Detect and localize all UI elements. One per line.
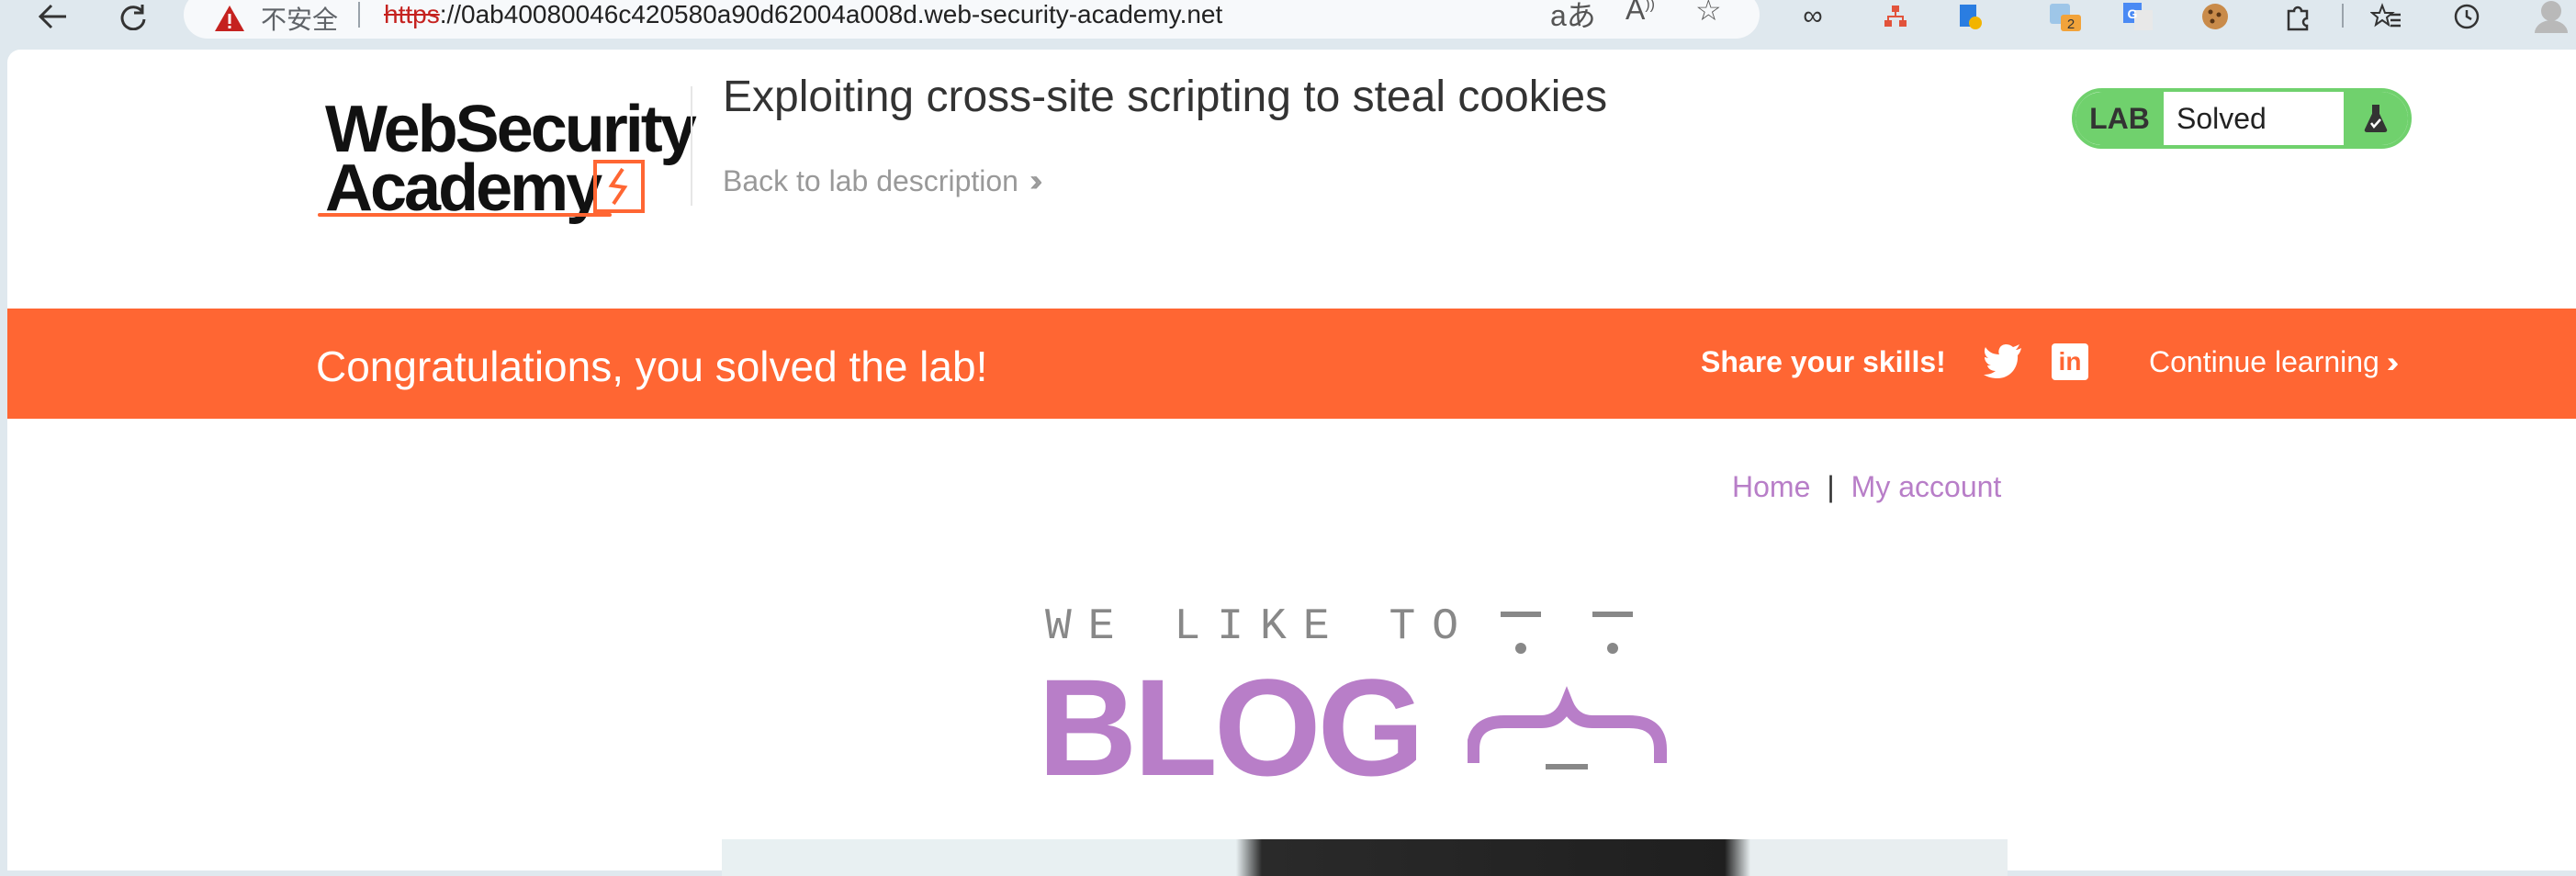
warning-icon — [213, 4, 246, 38]
back-arrow-icon[interactable] — [28, 0, 77, 33]
blog-face-icon — [1468, 612, 1667, 769]
congratulations-message: Congratulations, you solved the lab! — [316, 343, 988, 390]
url-scheme: https — [384, 0, 440, 28]
back-link-label: Back to lab description — [723, 164, 1018, 197]
extension-badge-count: 2 — [2067, 17, 2075, 32]
blog-header-image: WE LIKE TO BLOG — [1027, 602, 1725, 823]
refresh-icon[interactable] — [108, 0, 158, 33]
browser-toolbar: 不安全 https://0ab40080046c420580a90d62004a… — [0, 0, 2576, 48]
url-text[interactable]: https://0ab40080046c420580a90d62004a008d… — [384, 0, 1222, 29]
translate-icon[interactable]: aあ — [1550, 0, 1596, 35]
lab-status-widget: LAB Solved — [2072, 88, 2412, 149]
history-icon[interactable] — [2447, 0, 2487, 33]
blog-word: BLOG — [1038, 650, 1424, 804]
lab-tag: LAB — [2075, 92, 2164, 145]
address-separator — [358, 2, 360, 28]
double-chevron-right-icon: ›› — [1029, 163, 1042, 198]
nav-separator: | — [1827, 470, 1835, 503]
web-page: WebSecurity Academy Exploiting cross-sit… — [7, 50, 2576, 876]
site-nav: Home | My account — [1732, 470, 2001, 504]
infinity-extension-icon[interactable]: ∞ — [1793, 0, 1833, 33]
document-extension-icon[interactable] — [1949, 0, 1989, 33]
logo-underline — [318, 213, 612, 217]
insecure-label: 不安全 — [261, 6, 339, 34]
header-divider — [691, 86, 692, 206]
read-aloud-icon[interactable]: A)) — [1625, 0, 1655, 27]
home-link[interactable]: Home — [1732, 470, 1810, 503]
favorite-star-icon[interactable]: ☆ — [1695, 0, 1722, 28]
my-account-link[interactable]: My account — [1851, 470, 2002, 503]
google-translate-icon[interactable]: G — [2118, 0, 2158, 33]
lab-status-text: Solved — [2164, 92, 2344, 145]
blog-hero-image — [722, 839, 2008, 876]
continue-learning-label: Continue learning — [2149, 345, 2379, 378]
web-security-academy-logo[interactable]: WebSecurity Academy — [318, 86, 697, 225]
sitemap-extension-icon[interactable] — [1875, 0, 1916, 33]
lightning-bolt-icon — [593, 160, 645, 213]
address-bar[interactable]: 不安全 https://0ab40080046c420580a90d62004a… — [184, 0, 1760, 39]
congratulations-banner: Congratulations, you solved the lab! Sha… — [7, 309, 2576, 419]
double-chevron-right-icon: ›› — [2386, 345, 2400, 378]
profile-avatar-icon[interactable] — [2531, 0, 2571, 33]
lab-title: Exploiting cross-site scripting to steal… — [723, 73, 1608, 121]
share-skills-label: Share your skills! — [1701, 345, 1946, 378]
back-to-lab-link[interactable]: Back to lab description ›› — [723, 163, 1042, 199]
cookie-icon[interactable] — [2195, 0, 2235, 33]
blog-tagline: WE LIKE TO — [1045, 602, 1476, 652]
toolbar-separator — [2342, 4, 2344, 28]
url-host: ://0ab40080046c420580a90d62004a008d.web-… — [439, 0, 1223, 28]
twitter-icon[interactable] — [1984, 343, 2022, 383]
svg-text:G: G — [2128, 6, 2138, 21]
linkedin-icon[interactable]: in — [2052, 343, 2088, 380]
flask-icon — [2344, 92, 2408, 145]
badge-extension-icon[interactable]: 2 — [2044, 0, 2085, 33]
continue-learning-link[interactable]: Continue learning ›› — [2149, 345, 2400, 379]
favorites-list-icon[interactable] — [2366, 0, 2406, 33]
extensions-puzzle-icon[interactable] — [2278, 0, 2318, 33]
